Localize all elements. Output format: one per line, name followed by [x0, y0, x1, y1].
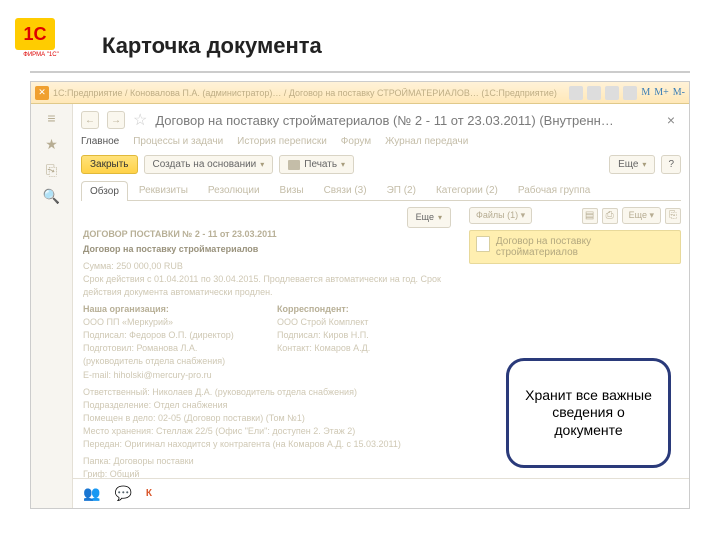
- printer-icon: [288, 160, 300, 170]
- tab-close-icon[interactable]: ×: [667, 112, 681, 128]
- doc-responsible: Ответственный: Николаев Д.А. (руководите…: [83, 386, 451, 399]
- doc-sum: Сумма: 250 000,00 RUB: [83, 260, 451, 273]
- app-window: ✕ 1С:Предприятие / Коновалова П.А. (адми…: [30, 81, 690, 509]
- doc-dept: Подразделение: Отдел снабжения: [83, 399, 451, 412]
- subtab-resolutions[interactable]: Резолюции: [199, 180, 269, 200]
- toolbar-icon[interactable]: [587, 86, 601, 100]
- doc-folder: Папка: Договоры поставки: [83, 455, 451, 468]
- star-icon[interactable]: ★: [42, 136, 62, 152]
- doc-number: ДОГОВОР ПОСТАВКИ № 2 - 11 от 23.03.2011: [83, 228, 451, 241]
- more-button[interactable]: Еще▾: [609, 155, 655, 174]
- favorite-star-icon[interactable]: ☆: [133, 110, 147, 130]
- right-more-button[interactable]: Еще▾: [407, 207, 451, 228]
- toolbar-icon[interactable]: [569, 86, 583, 100]
- org-prep: Подготовил: Романова Л.А. (руководитель …: [83, 342, 257, 368]
- files-more-button[interactable]: Еще ▾: [622, 207, 661, 224]
- toolbar: Закрыть Создать на основании▾ Печать▾ Ещ…: [73, 153, 689, 180]
- users-icon[interactable]: 👥: [83, 485, 100, 502]
- corr-header: Корреспондент:: [277, 303, 451, 316]
- subtab-links[interactable]: Связи (3): [315, 180, 376, 200]
- memory-mplus[interactable]: M+: [654, 87, 669, 98]
- toolbar-icon[interactable]: [623, 86, 637, 100]
- subtab-team[interactable]: Рабочая группа: [509, 180, 599, 200]
- help-button[interactable]: ?: [661, 155, 681, 174]
- print-icon[interactable]: ⎙: [602, 208, 618, 224]
- doc-original: Передан: Оригинал находится у контрагент…: [83, 438, 451, 451]
- attachment-item[interactable]: Договор на поставку стройматериалов: [469, 230, 681, 264]
- doc-stamp: Гриф: Общий: [83, 468, 451, 478]
- subtab-overview[interactable]: Обзор: [81, 181, 128, 201]
- chat-icon[interactable]: 💬: [114, 485, 131, 502]
- doc-store: Место хранения: Стеллаж 22/5 (Офис "Ели"…: [83, 425, 451, 438]
- doc-footer: 👥 💬 К: [73, 478, 689, 508]
- corr-sign: Подписал: Киров Н.П.: [277, 329, 451, 342]
- callout-bubble: Хранит все важные сведения о документе: [506, 358, 671, 468]
- main-tabs: Главное Процессы и задачи История перепи…: [73, 132, 689, 153]
- logo-1c: 1С ФИРМА "1С": [15, 18, 67, 60]
- menu-icon[interactable]: ≡: [42, 110, 62, 126]
- subtab-categories[interactable]: Категории (2): [427, 180, 507, 200]
- view-icon[interactable]: ▤: [582, 208, 598, 224]
- files-dropdown[interactable]: Файлы (1) ▾: [469, 207, 532, 224]
- nav-back-button[interactable]: ←: [81, 111, 99, 129]
- sub-tabs: Обзор Реквизиты Резолюции Визы Связи (3)…: [73, 180, 689, 200]
- search-icon[interactable]: 🔍: [42, 188, 62, 204]
- close-button[interactable]: Закрыть: [81, 155, 138, 174]
- status-k: К: [146, 488, 152, 499]
- window-path: 1С:Предприятие / Коновалова П.А. (админи…: [53, 88, 565, 98]
- org-header: Наша организация:: [83, 303, 257, 316]
- doc-term: Срок действия с 01.04.2011 по 30.04.2015…: [83, 273, 451, 299]
- attachment-name: Договор на поставку стройматериалов: [496, 236, 674, 258]
- attachments-panel: Файлы (1) ▾ ▤ ⎙ Еще ▾ ⎘ Договор на поста…: [461, 201, 689, 478]
- corr-name: ООО Строй Комплект: [277, 316, 451, 329]
- memory-m[interactable]: M: [641, 87, 650, 98]
- app-close-icon[interactable]: ✕: [35, 86, 49, 100]
- document-title: Договор на поставку стройматериалов (№ 2…: [155, 113, 613, 128]
- doc-case: Помещен в дело: 02-05 (Договор поставки)…: [83, 412, 451, 425]
- org-sign: Подписал: Федоров О.П. (директор): [83, 329, 257, 342]
- left-nav-rail: ≡ ★ ⎘ 🔍: [31, 104, 73, 508]
- title-underline: [30, 71, 690, 73]
- nav-forward-button[interactable]: →: [107, 111, 125, 129]
- file-icon: [476, 236, 490, 252]
- toolbar-icon[interactable]: [605, 86, 619, 100]
- app-title-bar: ✕ 1С:Предприятие / Коновалова П.А. (адми…: [31, 82, 689, 104]
- corr-contact: Контакт: Комаров А.Д.: [277, 342, 451, 355]
- document-overview: Еще▾ ДОГОВОР ПОСТАВКИ № 2 - 11 от 23.03.…: [73, 201, 461, 478]
- subtab-visa[interactable]: Визы: [271, 180, 313, 200]
- copy-icon[interactable]: ⎘: [42, 162, 62, 178]
- slide-title: Карточка документа: [102, 33, 690, 59]
- subtab-props[interactable]: Реквизиты: [130, 180, 197, 200]
- org-name: ООО ПП «Меркурий»: [83, 316, 257, 329]
- tab-processes[interactable]: Процессы и задачи: [133, 136, 223, 147]
- org-mail: E-mail: hiholski@mercury-pro.ru: [83, 369, 257, 382]
- create-based-on-button[interactable]: Создать на основании▾: [144, 155, 274, 174]
- tab-forum[interactable]: Форум: [341, 136, 371, 147]
- tab-journal[interactable]: Журнал передачи: [385, 136, 468, 147]
- tab-main[interactable]: Главное: [81, 136, 119, 147]
- tab-history[interactable]: История переписки: [237, 136, 327, 147]
- doc-name: Договор на поставку стройматериалов: [83, 243, 451, 256]
- subtab-ep[interactable]: ЭП (2): [378, 180, 425, 200]
- print-button[interactable]: Печать▾: [279, 155, 354, 174]
- scan-icon[interactable]: ⎘: [665, 208, 681, 224]
- memory-mminus[interactable]: M-: [673, 87, 685, 98]
